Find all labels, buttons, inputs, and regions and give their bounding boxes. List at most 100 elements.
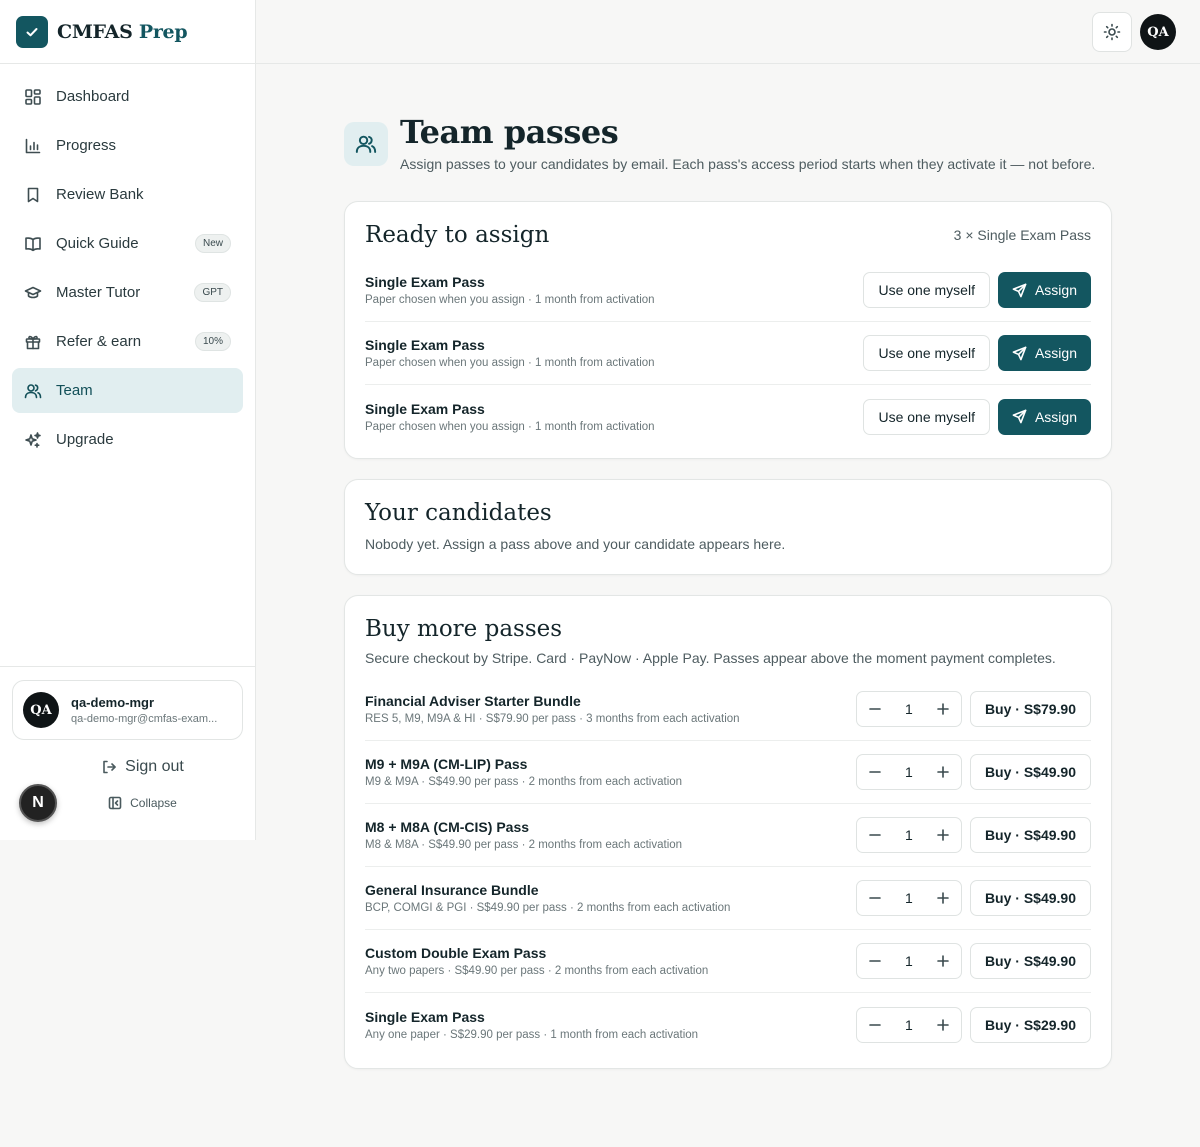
sidebar-item-upgrade[interactable]: Upgrade xyxy=(12,417,243,462)
page-header: Team passes Assign passes to your candid… xyxy=(344,112,1112,172)
graduation-cap-icon xyxy=(24,284,42,302)
candidates-card: Your candidates Nobody yet. Assign a pas… xyxy=(344,479,1112,575)
send-icon xyxy=(1012,409,1027,424)
topbar: QA xyxy=(256,0,1200,64)
product-name: Custom Double Exam Pass xyxy=(365,945,547,961)
sidebar-item-label: Dashboard xyxy=(56,88,130,105)
bookmark-icon xyxy=(24,186,42,204)
product-list: Financial Adviser Starter Bundle RES 5, … xyxy=(365,678,1091,1056)
buy-button[interactable]: Buy · S$49.90 xyxy=(969,880,1091,916)
pass-row: Single Exam Pass Paper chosen when you a… xyxy=(365,259,1091,322)
pass-name: Single Exam Pass xyxy=(365,337,485,353)
product-name: Single Exam Pass xyxy=(365,1008,485,1025)
pass-desc: Paper chosen when you assign · 1 month f… xyxy=(365,420,655,433)
plus-icon[interactable] xyxy=(935,890,951,906)
sidebar-item-label: Refer & earn xyxy=(56,333,142,350)
sidebar-item-refer-earn[interactable]: Refer & earn 10% xyxy=(12,319,243,364)
minus-icon[interactable] xyxy=(867,701,883,717)
sidebar-item-review-bank[interactable]: Review Bank xyxy=(12,172,243,217)
user-card[interactable]: QA qa-demo-mgr qa-demo-mgr@cmfas-exam... xyxy=(12,680,243,740)
user-avatar-button[interactable]: QA xyxy=(1140,14,1176,50)
quantity-value[interactable]: 1 xyxy=(905,953,913,969)
quantity-value[interactable]: 1 xyxy=(905,827,913,843)
brand[interactable]: CMFAS Prep xyxy=(0,0,255,64)
card-title: Your candidates xyxy=(365,500,552,526)
user-info: qa-demo-mgr qa-demo-mgr@cmfas-exam... xyxy=(71,695,217,725)
book-icon xyxy=(24,235,42,253)
product-desc: Any one paper · S$29.90 per pass · 1 mon… xyxy=(365,1028,699,1041)
sidebar-item-label: Quick Guide xyxy=(56,235,139,252)
new-badge: New xyxy=(194,234,231,253)
buy-button[interactable]: Buy · S$49.90 xyxy=(969,943,1091,979)
sidebar-item-master-tutor[interactable]: Master Tutor GPT xyxy=(12,270,243,315)
sidebar-item-label: Team xyxy=(56,382,93,399)
plus-icon[interactable] xyxy=(935,764,951,780)
checkout-description: Secure checkout by Stripe. Card · PayNow… xyxy=(365,650,1056,666)
assign-button[interactable]: Assign xyxy=(997,335,1091,371)
collapse-icon xyxy=(108,796,122,810)
users-icon xyxy=(24,382,42,400)
collapse-label: Collapse xyxy=(130,796,177,810)
sidebar-item-team[interactable]: Team xyxy=(12,368,243,413)
minus-icon[interactable] xyxy=(867,953,883,969)
buy-button[interactable]: Buy · S$49.90 xyxy=(969,754,1091,790)
assign-label: Assign xyxy=(1034,408,1077,425)
sparkles-icon xyxy=(24,431,42,449)
assign-label: Assign xyxy=(1034,345,1077,361)
plus-icon[interactable] xyxy=(935,1017,951,1033)
buy-button[interactable]: Buy · S$29.90 xyxy=(969,1006,1091,1043)
minus-icon[interactable] xyxy=(867,827,883,843)
quantity-stepper: 1 xyxy=(855,754,962,790)
theme-toggle-button[interactable] xyxy=(1092,12,1132,52)
quantity-value[interactable]: 1 xyxy=(905,701,913,717)
buy-button[interactable]: Buy · S$79.90 xyxy=(969,691,1091,727)
plus-icon[interactable] xyxy=(935,827,951,843)
avatar: QA xyxy=(23,692,59,728)
sidebar-item-progress[interactable]: Progress xyxy=(12,123,243,168)
use-myself-button[interactable]: Use one myself xyxy=(863,398,990,435)
check-logo-icon xyxy=(16,15,48,48)
product-row: General Insurance Bundle BCP, COMGI & PG… xyxy=(365,867,1091,930)
quantity-stepper: 1 xyxy=(855,943,962,979)
buy-button[interactable]: Buy · S$49.90 xyxy=(969,817,1091,853)
product-row: M9 + M9A (CM-LIP) Pass M9 & M9A · S$49.9… xyxy=(365,741,1091,804)
sign-out-button[interactable]: Sign out xyxy=(12,758,243,776)
quantity-stepper: 1 xyxy=(855,817,962,853)
use-myself-button[interactable]: Use one myself xyxy=(863,335,990,371)
sidebar-item-label: Master Tutor xyxy=(56,284,141,301)
quantity-value[interactable]: 1 xyxy=(905,890,913,906)
product-name: M9 + M9A (CM-LIP) Pass xyxy=(365,756,528,772)
assign-button[interactable]: Assign xyxy=(997,398,1091,435)
candidates-empty-text: Nobody yet. Assign a pass above and your… xyxy=(365,536,786,552)
quantity-value[interactable]: 1 xyxy=(905,764,913,780)
send-icon xyxy=(1012,346,1027,360)
main-content: Team passes Assign passes to your candid… xyxy=(344,112,1112,1069)
product-desc: M9 & M9A · S$49.90 per pass · 2 months f… xyxy=(365,776,683,788)
page-subtitle: Assign passes to your candidates by emai… xyxy=(400,156,1096,172)
sidebar-item-label: Review Bank xyxy=(56,186,144,203)
dev-indicator-badge[interactable]: N xyxy=(19,784,57,822)
minus-icon[interactable] xyxy=(867,890,883,906)
product-name: Financial Adviser Starter Bundle xyxy=(365,693,581,709)
gift-icon xyxy=(24,333,42,351)
page-title: Team passes xyxy=(400,113,619,151)
product-row: Custom Double Exam Pass Any two papers ·… xyxy=(365,930,1091,993)
send-icon xyxy=(1012,283,1027,297)
product-desc: M8 & M8A · S$49.90 per pass · 2 months f… xyxy=(365,839,683,851)
sidebar-item-quick-guide[interactable]: Quick Guide New xyxy=(12,221,243,266)
plus-icon[interactable] xyxy=(935,701,951,717)
product-row: Single Exam Pass Any one paper · S$29.90… xyxy=(365,993,1091,1056)
quantity-value[interactable]: 1 xyxy=(905,1017,913,1033)
assign-button[interactable]: Assign xyxy=(997,272,1091,308)
brand-name: CMFAS Prep xyxy=(57,21,188,43)
gpt-badge: GPT xyxy=(194,283,231,302)
sidebar-item-dashboard[interactable]: Dashboard xyxy=(12,74,243,119)
sun-icon xyxy=(1103,23,1121,41)
minus-icon[interactable] xyxy=(867,1017,883,1033)
quantity-stepper: 1 xyxy=(855,880,962,916)
plus-icon[interactable] xyxy=(935,953,951,969)
pass-count: 3 × Single Exam Pass xyxy=(953,227,1091,243)
minus-icon[interactable] xyxy=(867,764,883,780)
card-title: Ready to assign xyxy=(365,222,550,248)
use-myself-button[interactable]: Use one myself xyxy=(863,272,990,308)
